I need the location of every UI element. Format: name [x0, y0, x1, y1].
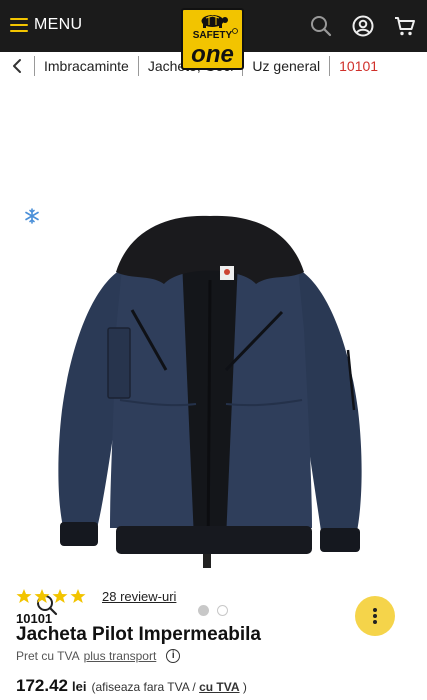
search-icon[interactable] — [309, 14, 333, 38]
gallery-dot-1[interactable] — [198, 605, 209, 616]
star-icon — [70, 589, 86, 603]
product-gallery[interactable] — [0, 80, 427, 636]
breadcrumb-item-uz-general[interactable]: Uz general — [243, 58, 329, 74]
logo-text-one: one — [191, 41, 234, 68]
info-icon[interactable]: i — [166, 649, 181, 663]
star-icon — [16, 589, 32, 603]
product-price: 172.42 — [16, 676, 68, 695]
price-note-suffix: ) — [242, 680, 247, 694]
reviews-link[interactable]: 28 review-uri — [102, 589, 176, 604]
turtle-icon — [201, 15, 228, 28]
price-vat-toggle: (afiseaza fara TVA / cu TVA ) — [91, 680, 246, 694]
logo-text-safety: SAFETY — [193, 30, 233, 41]
account-icon[interactable] — [351, 14, 375, 38]
star-icon — [34, 589, 50, 603]
product-image[interactable] — [50, 210, 370, 580]
product-title: Jacheta Pilot Impermeabila — [16, 624, 261, 645]
rating-row: 28 review-uri — [16, 588, 176, 604]
menu-button[interactable]: MENU — [10, 16, 82, 34]
price-currency: lei — [72, 679, 87, 694]
star-rating — [16, 588, 86, 604]
back-chevron-icon[interactable] — [0, 52, 34, 80]
gallery-pagination — [198, 605, 228, 616]
price-row: 172.42 lei (afiseaza fara TVA / cu TVA ) — [16, 676, 247, 696]
transport-link[interactable]: plus transport — [84, 649, 157, 663]
with-vat-link[interactable]: cu TVA — [199, 680, 239, 694]
breadcrumb-item-current: 10101 — [339, 58, 379, 74]
cart-icon[interactable] — [393, 14, 417, 38]
safety-one-logo[interactable]: SAFETY one — [181, 8, 244, 70]
breadcrumb-item-imbracaminte[interactable]: Imbracaminte — [35, 58, 138, 74]
vat-label: Pret cu TVA — [16, 649, 80, 663]
star-icon — [52, 589, 68, 603]
menu-label: MENU — [34, 16, 83, 33]
hamburger-icon — [10, 18, 28, 32]
more-options-button[interactable] — [355, 596, 395, 636]
vat-info: Pret cu TVA plus transport i — [16, 649, 181, 663]
price-note-prefix: (afiseaza fara TVA / — [91, 680, 196, 694]
gallery-dot-2[interactable] — [217, 605, 228, 616]
vertical-dots-icon — [373, 608, 377, 624]
snowflake-icon — [25, 208, 39, 224]
